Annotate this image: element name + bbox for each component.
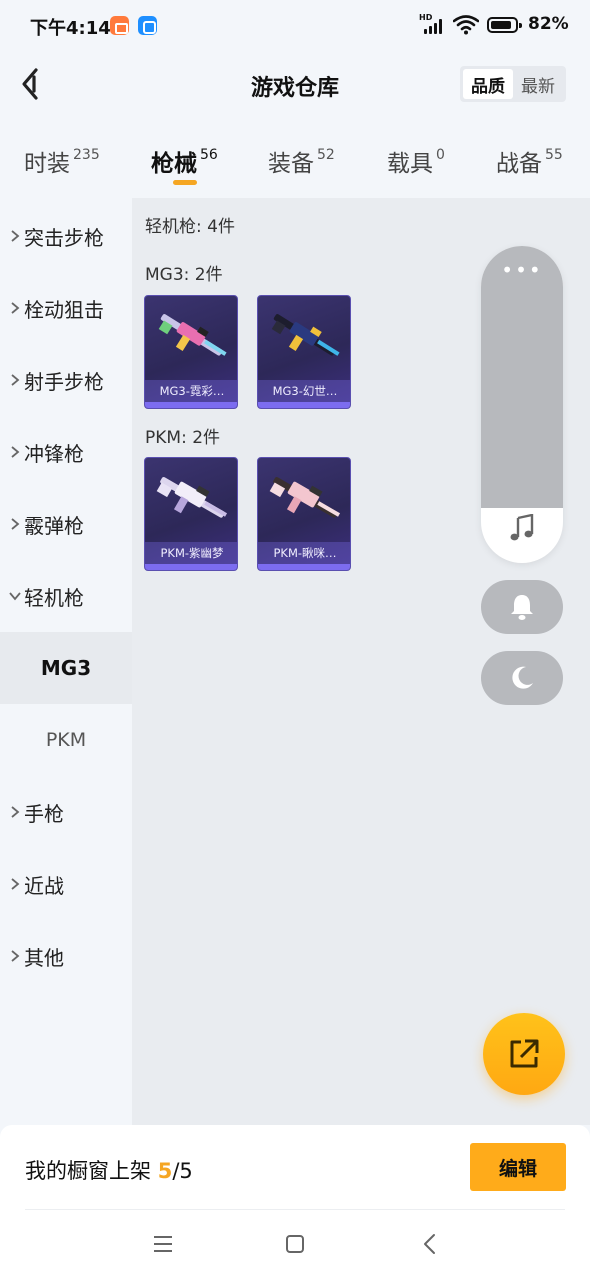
lmg-skin-image xyxy=(156,477,228,518)
sidebar-item-pistol[interactable]: 手枪 xyxy=(0,776,132,848)
chevron-right-icon xyxy=(0,877,24,891)
tab-firearms[interactable]: 枪械 56 xyxy=(151,144,218,178)
category-summary: 轻机枪: 4件 xyxy=(145,217,235,237)
sidebar-item-label: 近战 xyxy=(24,873,64,898)
weapon-type-sidebar: 突击步枪 栓动狙击 射手步枪 冲锋枪 霰弹枪 轻机枪 MG3 PKM 手枪 近战… xyxy=(0,198,132,1125)
tab-supplies[interactable]: 战备 55 xyxy=(496,144,563,178)
moon-icon xyxy=(512,666,533,689)
item-name: PKM-瞅咪… xyxy=(258,542,350,564)
active-tab-indicator xyxy=(173,180,197,185)
sidebar-item-label: 栓动狙击 xyxy=(24,297,104,322)
edit-button[interactable]: 编辑 xyxy=(470,1143,566,1191)
messaging-app-icon xyxy=(138,16,157,35)
sidebar-subitem-label: MG3 xyxy=(40,656,92,680)
chevron-right-icon xyxy=(0,949,24,963)
sidebar-item-label: 冲锋枪 xyxy=(24,441,84,466)
showcase-label: 我的橱窗上架 xyxy=(25,1159,158,1183)
item-name: MG3-幻世… xyxy=(258,380,350,402)
sort-by-newest-button[interactable]: 最新 xyxy=(513,69,563,99)
tab-outfits[interactable]: 时装 235 xyxy=(24,144,100,178)
chevron-right-icon xyxy=(0,805,24,819)
group-heading: MG3: 2件 xyxy=(145,265,223,285)
sidebar-item-label: 其他 xyxy=(24,945,64,970)
rarity-bar xyxy=(258,402,350,408)
group-heading: PKM: 2件 xyxy=(145,428,221,448)
tab-count: 52 xyxy=(317,147,335,163)
sort-by-quality-button[interactable]: 品质 xyxy=(463,69,513,99)
tab-label: 战备 xyxy=(496,151,542,177)
sidebar-item-bolt-sniper[interactable]: 栓动狙击 xyxy=(0,272,132,344)
chevron-right-icon xyxy=(0,301,24,315)
wifi-icon xyxy=(453,15,479,35)
shopping-app-icon xyxy=(110,16,129,35)
sidebar-item-label: 射手步枪 xyxy=(24,369,104,394)
more-menu-icon[interactable]: ••• xyxy=(481,260,563,280)
sidebar-item-label: 轻机枪 xyxy=(24,585,84,610)
showcase-count: 5 xyxy=(157,1159,173,1183)
sort-toggle: 品质 最新 xyxy=(460,66,566,102)
chevron-right-icon xyxy=(0,517,24,531)
tab-label: 载具 xyxy=(387,151,433,177)
tab-count: 56 xyxy=(200,147,218,163)
sidebar-item-assault-rifle[interactable]: 突击步枪 xyxy=(0,200,132,272)
divider xyxy=(25,1209,565,1210)
battery-icon xyxy=(487,17,522,33)
tab-label: 时装 xyxy=(24,151,70,177)
sidebar-item-smg[interactable]: 冲锋枪 xyxy=(0,416,132,488)
item-card[interactable]: MG3-霓彩… xyxy=(144,295,238,409)
sidebar-item-melee[interactable]: 近战 xyxy=(0,848,132,920)
item-card[interactable]: MG3-幻世… xyxy=(257,295,351,409)
item-card[interactable]: PKM-瞅咪… xyxy=(257,457,351,571)
item-card[interactable]: PKM-紫幽梦 xyxy=(144,457,238,571)
menu-icon[interactable] xyxy=(148,1229,178,1259)
showcase-status: 我的橱窗上架 5/5 xyxy=(25,1155,193,1185)
item-name: PKM-紫幽梦 xyxy=(145,542,237,564)
tab-count: 235 xyxy=(73,147,100,163)
sidebar-item-label: 霰弹枪 xyxy=(24,513,84,538)
chevron-right-icon xyxy=(0,229,24,243)
sidebar-subitem-pkm[interactable]: PKM xyxy=(0,704,132,776)
category-tabs: 时装 235 枪械 56 装备 52 载具 0 战备 55 xyxy=(0,128,590,198)
showcase-total: /5 xyxy=(172,1159,193,1183)
showcase-bar: 我的橱窗上架 5/5 编辑 xyxy=(0,1125,590,1280)
do-not-disturb-button[interactable] xyxy=(481,651,563,705)
external-share-icon xyxy=(510,1039,539,1068)
bell-icon xyxy=(511,595,533,620)
rarity-bar xyxy=(258,564,350,570)
rarity-bar xyxy=(145,564,237,570)
rarity-bar xyxy=(145,402,237,408)
share-button[interactable] xyxy=(483,1013,565,1095)
item-name: MG3-霓彩… xyxy=(145,380,237,402)
sidebar-item-other[interactable]: 其他 xyxy=(0,920,132,992)
tab-label: 枪械 xyxy=(151,151,197,177)
signal-icon xyxy=(424,17,446,34)
chevron-right-icon xyxy=(0,373,24,387)
back-nav-icon[interactable] xyxy=(415,1229,445,1259)
chevron-right-icon xyxy=(0,445,24,459)
tab-count: 0 xyxy=(436,147,445,163)
ringer-toggle-button[interactable] xyxy=(481,580,563,634)
volume-slider[interactable] xyxy=(481,246,563,508)
tab-label: 装备 xyxy=(268,151,314,177)
lmg-skin-image xyxy=(158,314,227,356)
sidebar-item-lmg[interactable]: 轻机枪 xyxy=(0,560,132,632)
sidebar-item-marksman-rifle[interactable]: 射手步枪 xyxy=(0,344,132,416)
chevron-down-icon xyxy=(0,591,24,601)
home-icon[interactable] xyxy=(280,1229,310,1259)
tab-equipment[interactable]: 装备 52 xyxy=(268,144,335,178)
sidebar-item-label: 突击步枪 xyxy=(24,225,104,250)
lmg-skin-image xyxy=(271,314,340,356)
sidebar-subitem-mg3[interactable]: MG3 xyxy=(0,632,132,704)
music-note-icon[interactable] xyxy=(509,514,535,542)
sidebar-item-label: 手枪 xyxy=(24,801,64,826)
status-bar: 下午4:14 HD 82% xyxy=(0,0,590,52)
tab-vehicles[interactable]: 载具 0 xyxy=(387,144,445,178)
status-time: 下午4:14 xyxy=(30,18,111,39)
sidebar-item-shotgun[interactable]: 霰弹枪 xyxy=(0,488,132,560)
volume-panel[interactable]: ••• xyxy=(481,246,563,563)
battery-level: 82% xyxy=(528,14,569,34)
lmg-skin-image xyxy=(269,477,341,518)
sidebar-subitem-label: PKM xyxy=(45,729,87,751)
tab-count: 55 xyxy=(545,147,563,163)
